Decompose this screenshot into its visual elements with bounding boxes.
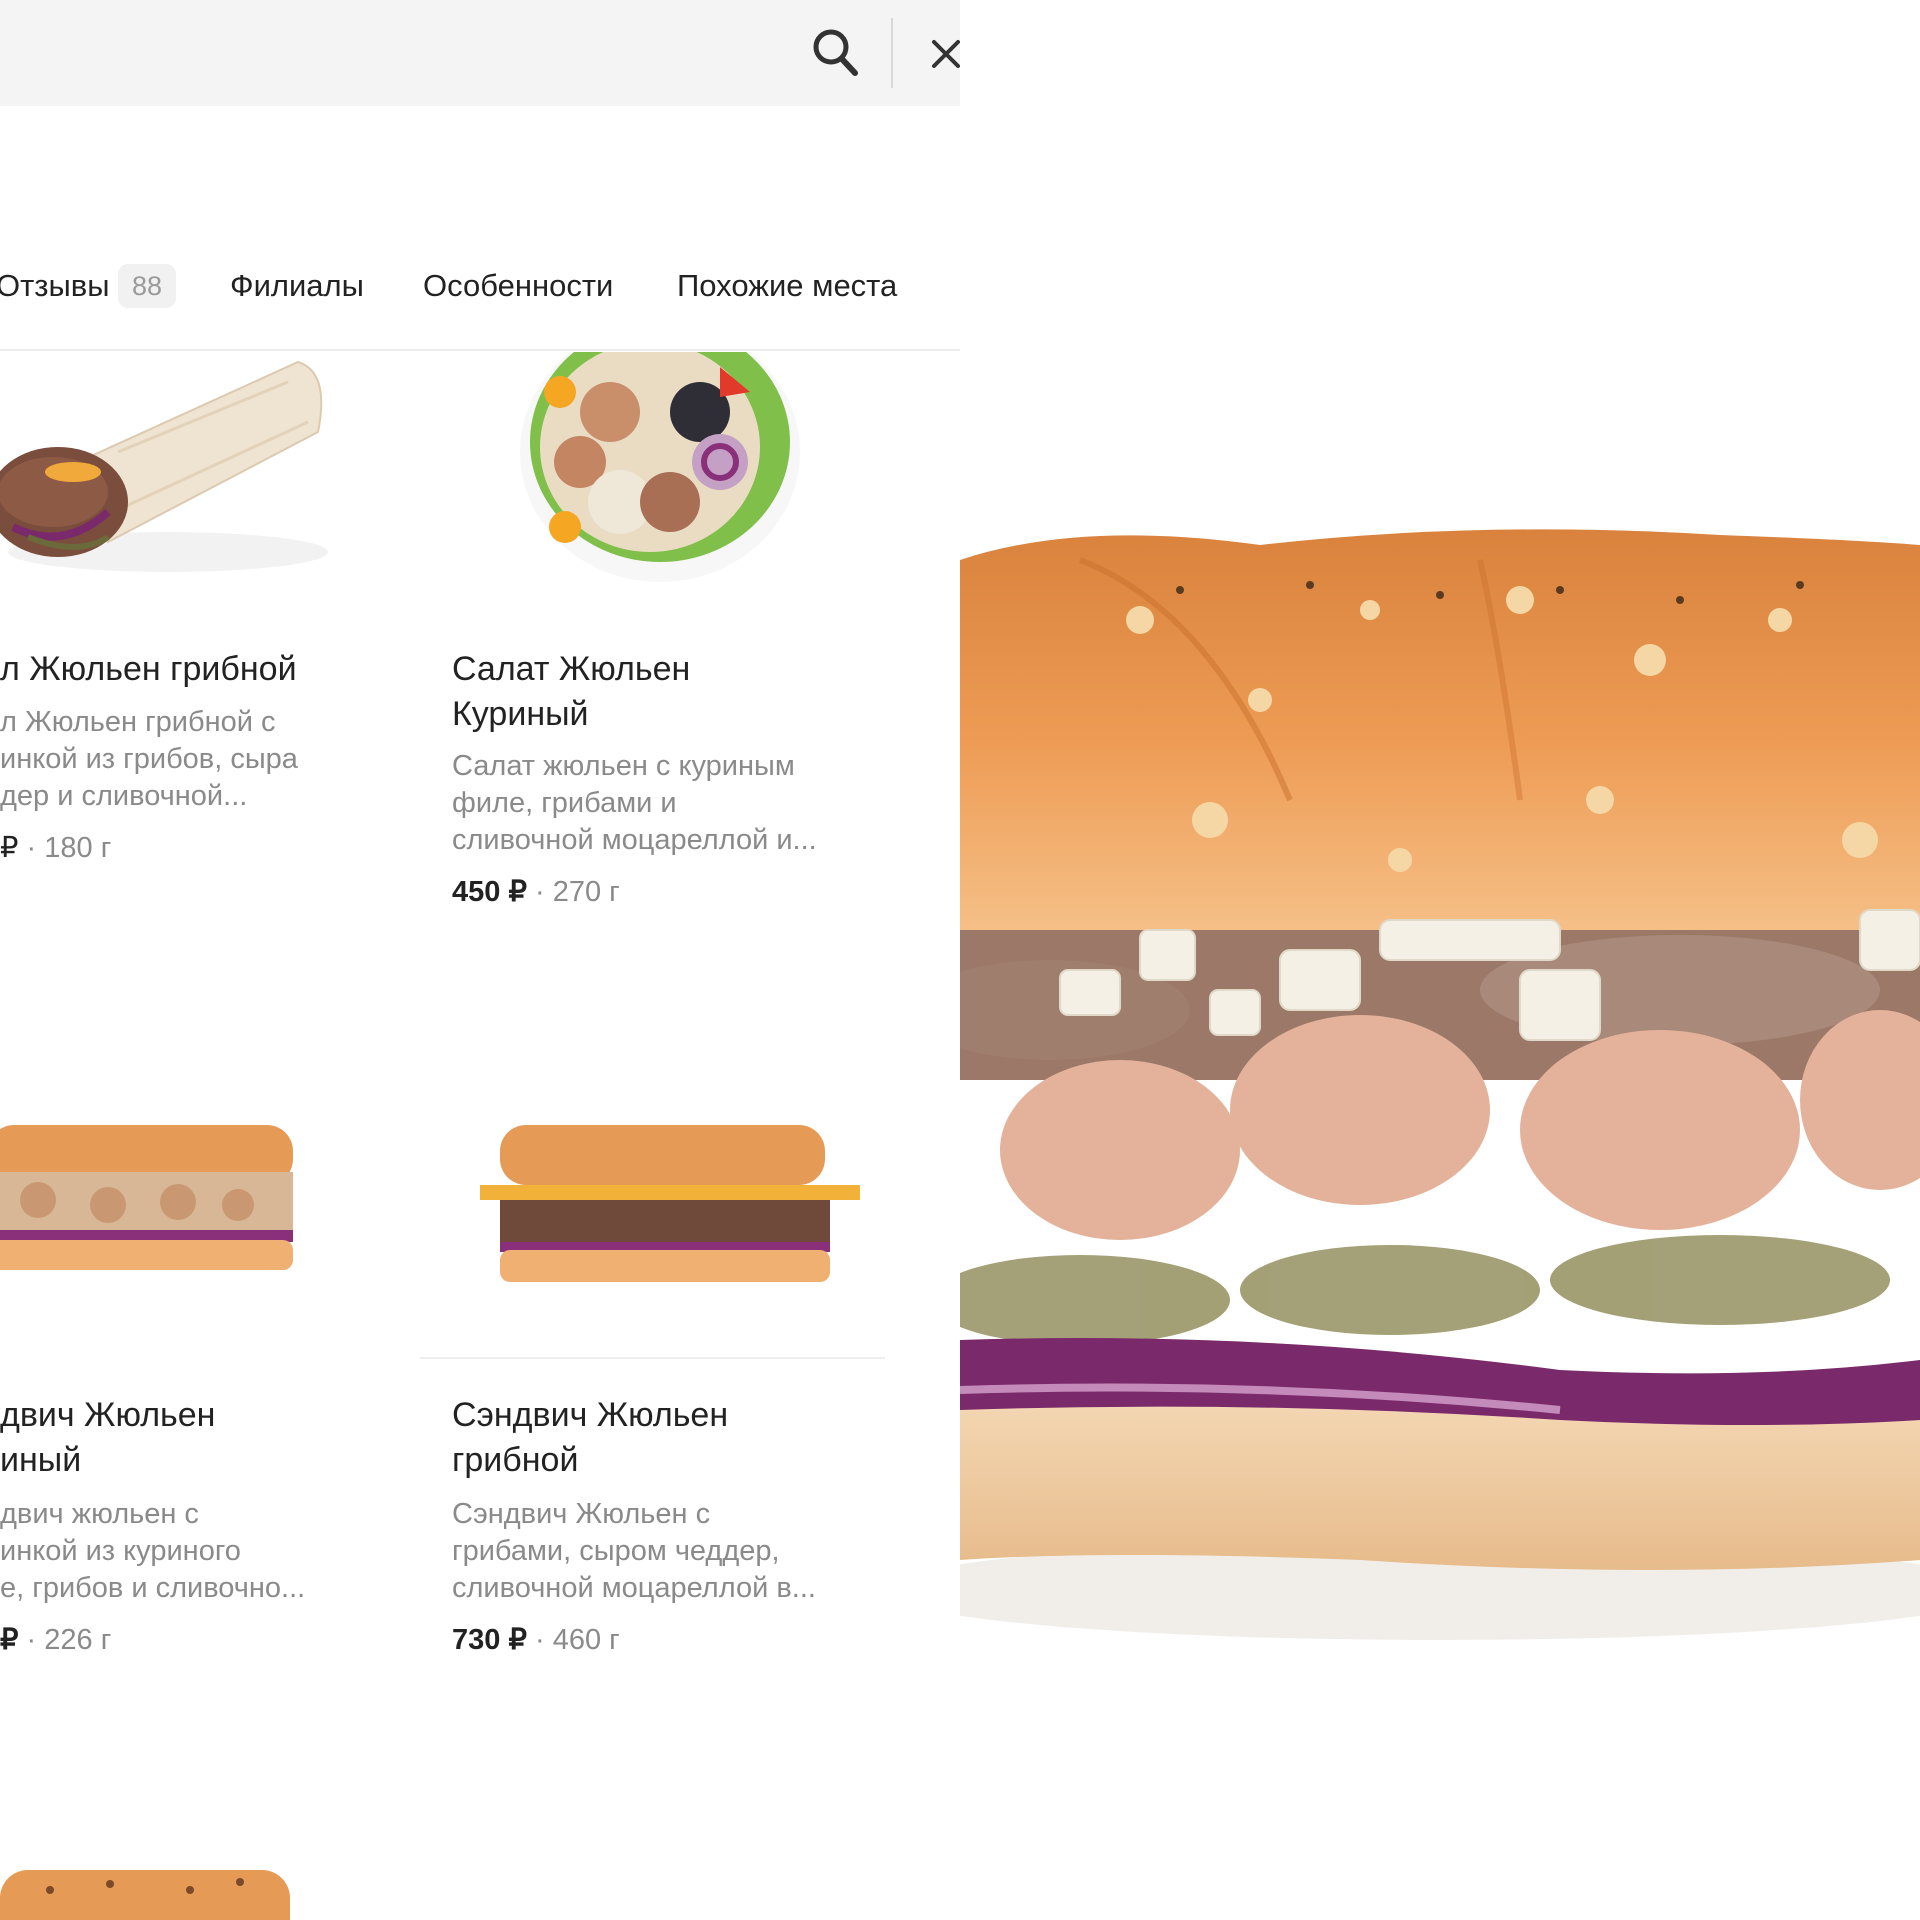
dot-separator: · — [26, 832, 37, 864]
menu-item-weight: 460 г — [552, 1624, 620, 1656]
menu-item-price: 730 ₽ — [452, 1624, 527, 1656]
mushroom-sandwich-image — [480, 1125, 860, 1282]
menu-item-price-row: ₽ · 226 г — [0, 1622, 111, 1657]
menu-item-price: 450 ₽ — [452, 876, 527, 908]
menu-item-weight: 226 г — [44, 1624, 112, 1656]
dot-separator: · — [26, 1624, 37, 1656]
menu-item-description: л Жюльен грибной с инкой из грибов, сыра… — [0, 706, 298, 812]
menu-item-weight: 270 г — [552, 876, 620, 908]
menu-item-card[interactable]: двич Жюльен иный двич жюльен с инкой из … — [0, 1110, 408, 1670]
tab-features[interactable]: Особенности — [423, 268, 613, 304]
tab-branches[interactable]: Филиалы — [230, 268, 364, 304]
search-icon[interactable] — [812, 28, 858, 76]
menu-item-title: Сэндвич Жюльен грибной — [452, 1396, 729, 1479]
menu-item-description: Сэндвич Жюльен с грибами, сыром чеддер, … — [452, 1498, 816, 1604]
card-divider — [420, 1357, 885, 1359]
close-icon[interactable] — [930, 34, 960, 70]
menu-panel: Отзывы 88 Филиалы Особенности Похожие ме… — [0, 0, 960, 1920]
search-divider — [891, 18, 893, 88]
sandwich-closeup-image — [960, 529, 1920, 1640]
menu-item-description: Салат жюльен с куриным филе, грибами и с… — [452, 750, 817, 856]
menu-item-card[interactable]: л Жюльен грибной л Жюльен грибной с инко… — [0, 352, 408, 872]
sandwich-photo — [960, 0, 1920, 1920]
reviews-count-badge: 88 — [118, 264, 177, 308]
menu-item-price-row: 730 ₽ · 460 г — [452, 1622, 620, 1657]
menu-item-card[interactable]: Салат Жюльен Куриный Салат жюльен с кури… — [420, 352, 860, 912]
menu-item-price-row: 450 ₽ · 270 г — [452, 874, 620, 909]
next-item-image — [0, 1870, 290, 1920]
menu-item-description: двич жюльен с инкой из куриного е, грибо… — [0, 1498, 306, 1604]
dot-separator: · — [534, 876, 545, 908]
salad-image — [520, 352, 800, 582]
tab-similar-places[interactable]: Похожие места — [677, 268, 897, 304]
chicken-sandwich-image — [0, 1125, 293, 1270]
menu-item-price: ₽ — [0, 1624, 19, 1656]
tab-reviews[interactable]: Отзывы — [0, 268, 110, 304]
wrap-image — [0, 360, 328, 572]
menu-item-title: л Жюльен грибной — [0, 650, 297, 688]
menu-item-price: ₽ — [0, 832, 19, 864]
menu-item-price-row: ₽ · 180 г — [0, 830, 111, 865]
tabs-divider — [0, 349, 960, 351]
search-input[interactable] — [0, 0, 960, 106]
menu-item-weight: 180 г — [44, 832, 112, 864]
dot-separator: · — [534, 1624, 545, 1656]
menu-item-card[interactable]: Сэндвич Жюльен грибной Сэндвич Жюльен с … — [420, 1110, 885, 1670]
tab-bar: Отзывы 88 Филиалы Особенности Похожие ме… — [0, 258, 960, 318]
menu-item-title: двич Жюльен иный — [0, 1396, 216, 1479]
menu-item-title: Салат Жюльен Куриный — [452, 650, 691, 733]
